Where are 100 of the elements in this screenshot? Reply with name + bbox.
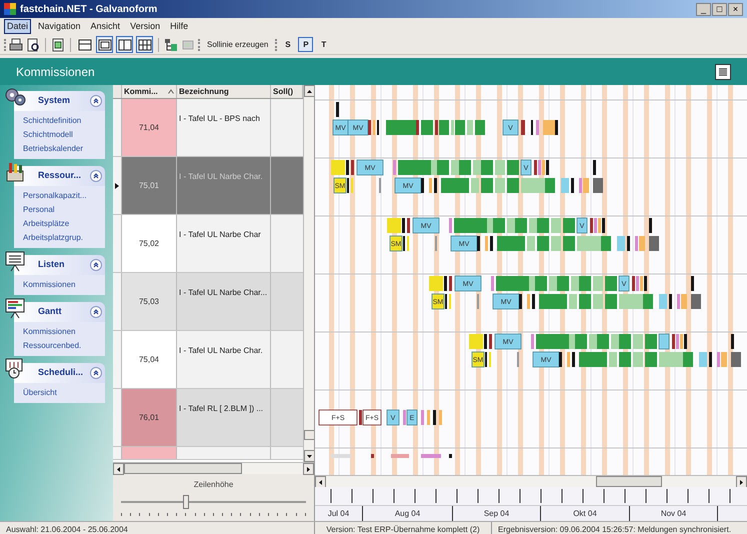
slider-label: Zeilenhöhe [194, 479, 234, 491]
table-cell [271, 389, 303, 446]
group-title: System [38, 94, 70, 108]
group-title: Listen [38, 258, 65, 272]
collapse-button[interactable] [90, 259, 102, 271]
window-title: fastchain.NET - Galvanoform [20, 2, 158, 16]
table-cell: I - Tafel UL Narbe Char [177, 215, 271, 272]
view-button[interactable] [116, 36, 133, 53]
layout-icon [138, 38, 152, 52]
sidebar-link[interactable]: Personal [23, 203, 55, 217]
tools-icon [4, 161, 26, 183]
row-pointer-icon [115, 182, 119, 188]
list-view-button[interactable] [715, 64, 731, 80]
toggle-button[interactable]: T [316, 37, 332, 52]
row-header[interactable] [113, 157, 122, 214]
print-preview-icon [26, 38, 40, 52]
slider-thumb[interactable] [183, 495, 190, 509]
status-text: Version: Test ERP-Übernahme komplett (2) [314, 522, 492, 534]
sidebar-link[interactable]: Betriebskalender [23, 142, 84, 156]
table-cell: 75,01 [122, 157, 177, 214]
scroll-right-button[interactable] [303, 463, 314, 475]
chevron-up-icon [93, 98, 99, 104]
column-label: Kommi... [124, 86, 158, 98]
menu-item[interactable]: Navigation [35, 18, 84, 34]
gears-icon [4, 86, 26, 108]
sidebar-link[interactable]: Arbeitsplätze [23, 217, 70, 231]
column-header[interactable]: Soll() [271, 85, 303, 98]
collapse-button[interactable] [90, 306, 102, 318]
table-cell: 71,04 [122, 99, 177, 156]
column-label: Soll() [273, 86, 293, 98]
group-title: Ressour... [38, 169, 82, 182]
table-cell: I - Tafel UL - BPS nach [177, 99, 271, 156]
arrow-right-icon [307, 466, 310, 472]
table-cell: I - Tafel UL Narbe Char... [177, 273, 271, 330]
scroll-thumb[interactable] [124, 463, 242, 474]
scroll-up-button[interactable] [304, 85, 315, 97]
sidebar-link[interactable]: Ressourcenbed. [23, 339, 82, 353]
menu-item[interactable]: Datei [4, 18, 32, 34]
sidebar-link[interactable]: Kommissionen [23, 278, 76, 292]
list-icon [718, 66, 728, 76]
header-title: Kommissionen [16, 64, 95, 80]
menu-item[interactable]: Ansicht [88, 18, 124, 34]
printer-icon [9, 38, 23, 52]
table-cell: I - Tafel RL [ 2.BLM ]) ... [177, 389, 271, 446]
view-button[interactable] [96, 36, 113, 53]
collapse-button[interactable] [90, 367, 102, 379]
column-header[interactable]: Kommi... [122, 85, 177, 98]
column-header[interactable]: Bezeichnung [177, 85, 271, 98]
column-label: Bezeichnung [179, 86, 229, 98]
maximize-button[interactable]: □ [712, 2, 727, 16]
table-cell: 75,03 [122, 273, 177, 330]
collapse-button[interactable] [90, 170, 102, 182]
table-cell [271, 273, 303, 330]
menu-item[interactable]: Hilfe [167, 18, 192, 34]
chevron-up-icon [93, 173, 99, 179]
menu-item[interactable]: Version [127, 18, 164, 34]
close-button[interactable]: × [728, 2, 743, 16]
status-text: Auswahl: 21.06.2004 - 25.06.2004 [5, 524, 129, 534]
toggle-button[interactable]: P [298, 37, 314, 52]
toggle-button[interactable]: S [280, 37, 296, 52]
create-target-line-button[interactable]: Sollinie erzeugen [203, 38, 272, 50]
arrow-left-icon [117, 466, 120, 472]
scroll-left-button[interactable] [113, 463, 124, 475]
table-cell: I - Tafel UL Narbe Char. [177, 331, 271, 388]
document-icon [51, 38, 65, 52]
sidebar-link[interactable]: Schichtmodell [23, 128, 73, 142]
group-title: Gantt [38, 305, 62, 318]
arrow-down-icon [307, 454, 312, 458]
table-cell [271, 157, 303, 214]
arrow-left-icon [319, 480, 322, 484]
sidebar-link[interactable]: Kommissionen [23, 325, 76, 339]
scroll-thumb[interactable] [304, 430, 315, 440]
view-button[interactable] [136, 36, 153, 53]
app-icon [4, 3, 16, 15]
easel-icon [4, 250, 26, 272]
chevron-up-icon [93, 370, 99, 376]
arrow-up-icon [307, 90, 312, 92]
sidebar-link[interactable]: Arbeitsplatzgrup. [23, 231, 84, 245]
chart-easel-icon [4, 297, 26, 319]
scroll-left-button[interactable] [315, 476, 326, 488]
arrow-right-icon [740, 480, 743, 484]
sidebar-link[interactable]: Schichtdefinition [23, 114, 82, 128]
scroll-down-button[interactable] [304, 450, 315, 462]
tree-icon [164, 38, 178, 52]
scroll-right-button[interactable] [736, 476, 747, 488]
chevron-up-icon [93, 262, 99, 268]
table-cell: 76,01 [122, 389, 177, 446]
minimize-button[interactable]: _ [696, 2, 711, 16]
layout-icon [118, 38, 132, 52]
group-title: Scheduli... [38, 366, 84, 380]
status-text: Ergebnisversion: 09.06.2004 15:26:57: Meldungen synchronisiert. [497, 524, 732, 534]
sidebar-link[interactable]: Übersicht [23, 386, 57, 400]
layout-icon [98, 38, 112, 52]
layout-icon [78, 38, 92, 52]
disabled-tool-icon [181, 38, 195, 52]
sidebar-link[interactable]: Personalkapazit... [23, 189, 87, 203]
slider[interactable] [118, 495, 309, 509]
scroll-thumb[interactable] [596, 476, 662, 487]
table-cell: I - Tafel UL Narbe Char. [177, 157, 271, 214]
collapse-button[interactable] [90, 95, 102, 107]
